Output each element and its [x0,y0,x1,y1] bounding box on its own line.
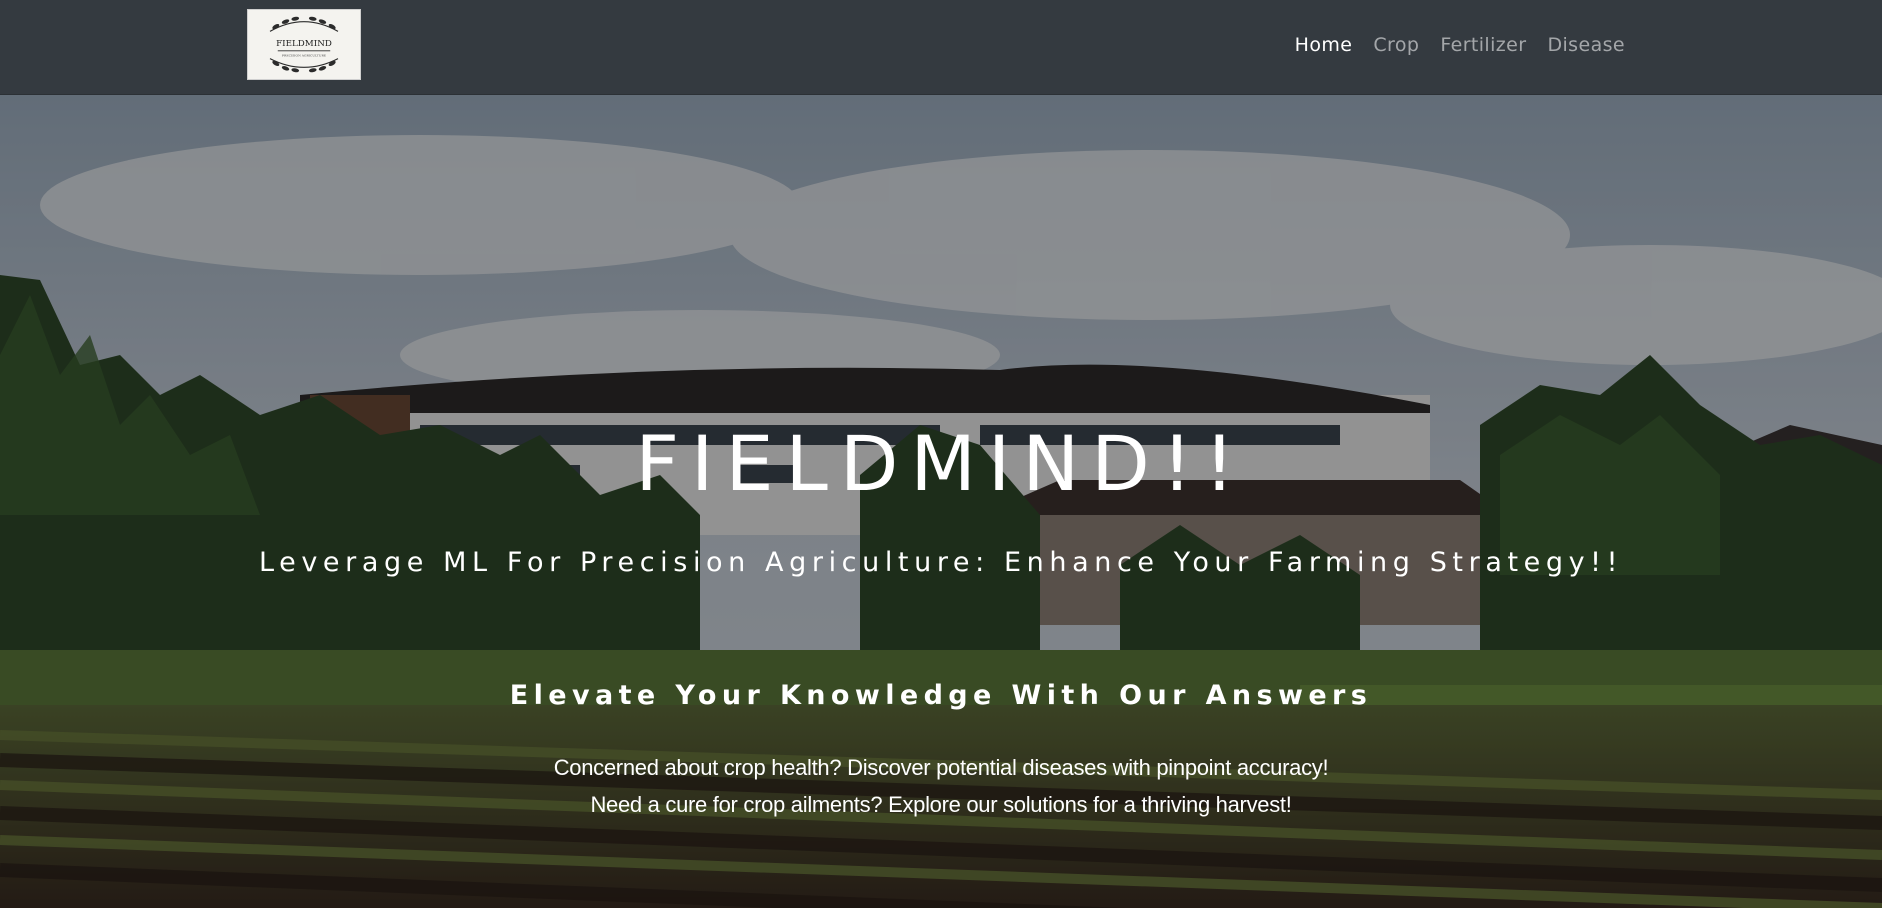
hero-title: FIELDMIND!! [635,419,1247,508]
nav-links: Home Crop Fertilizer Disease [1295,30,1625,60]
nav-link-crop[interactable]: Crop [1373,30,1419,60]
top-navbar: FIELDMIND PRECISION AGRICULTURE Home Cro… [0,0,1882,95]
logo-text: FIELDMIND [276,39,332,49]
logo-subtext: PRECISION AGRICULTURE [282,54,327,58]
nav-link-fertilizer[interactable]: Fertilizer [1440,30,1526,60]
hero-section: FIELDMIND!! Leverage ML For Precision Ag… [0,95,1882,908]
hero-content: FIELDMIND!! Leverage ML For Precision Ag… [0,95,1882,908]
brand-logo[interactable]: FIELDMIND PRECISION AGRICULTURE [247,9,361,80]
hero-tagline: Leverage ML For Precision Agriculture: E… [258,547,1624,578]
hero-text-line-2: Need a cure for crop ailments? Explore o… [590,792,1292,817]
nav-link-disease[interactable]: Disease [1547,30,1625,60]
wreath-icon: FIELDMIND PRECISION AGRICULTURE [269,16,339,73]
hero-subheading: Elevate Your Knowledge With Our Answers [509,680,1373,711]
hero-text-line-1: Concerned about crop health? Discover po… [553,755,1329,780]
nav-link-home[interactable]: Home [1295,30,1353,60]
